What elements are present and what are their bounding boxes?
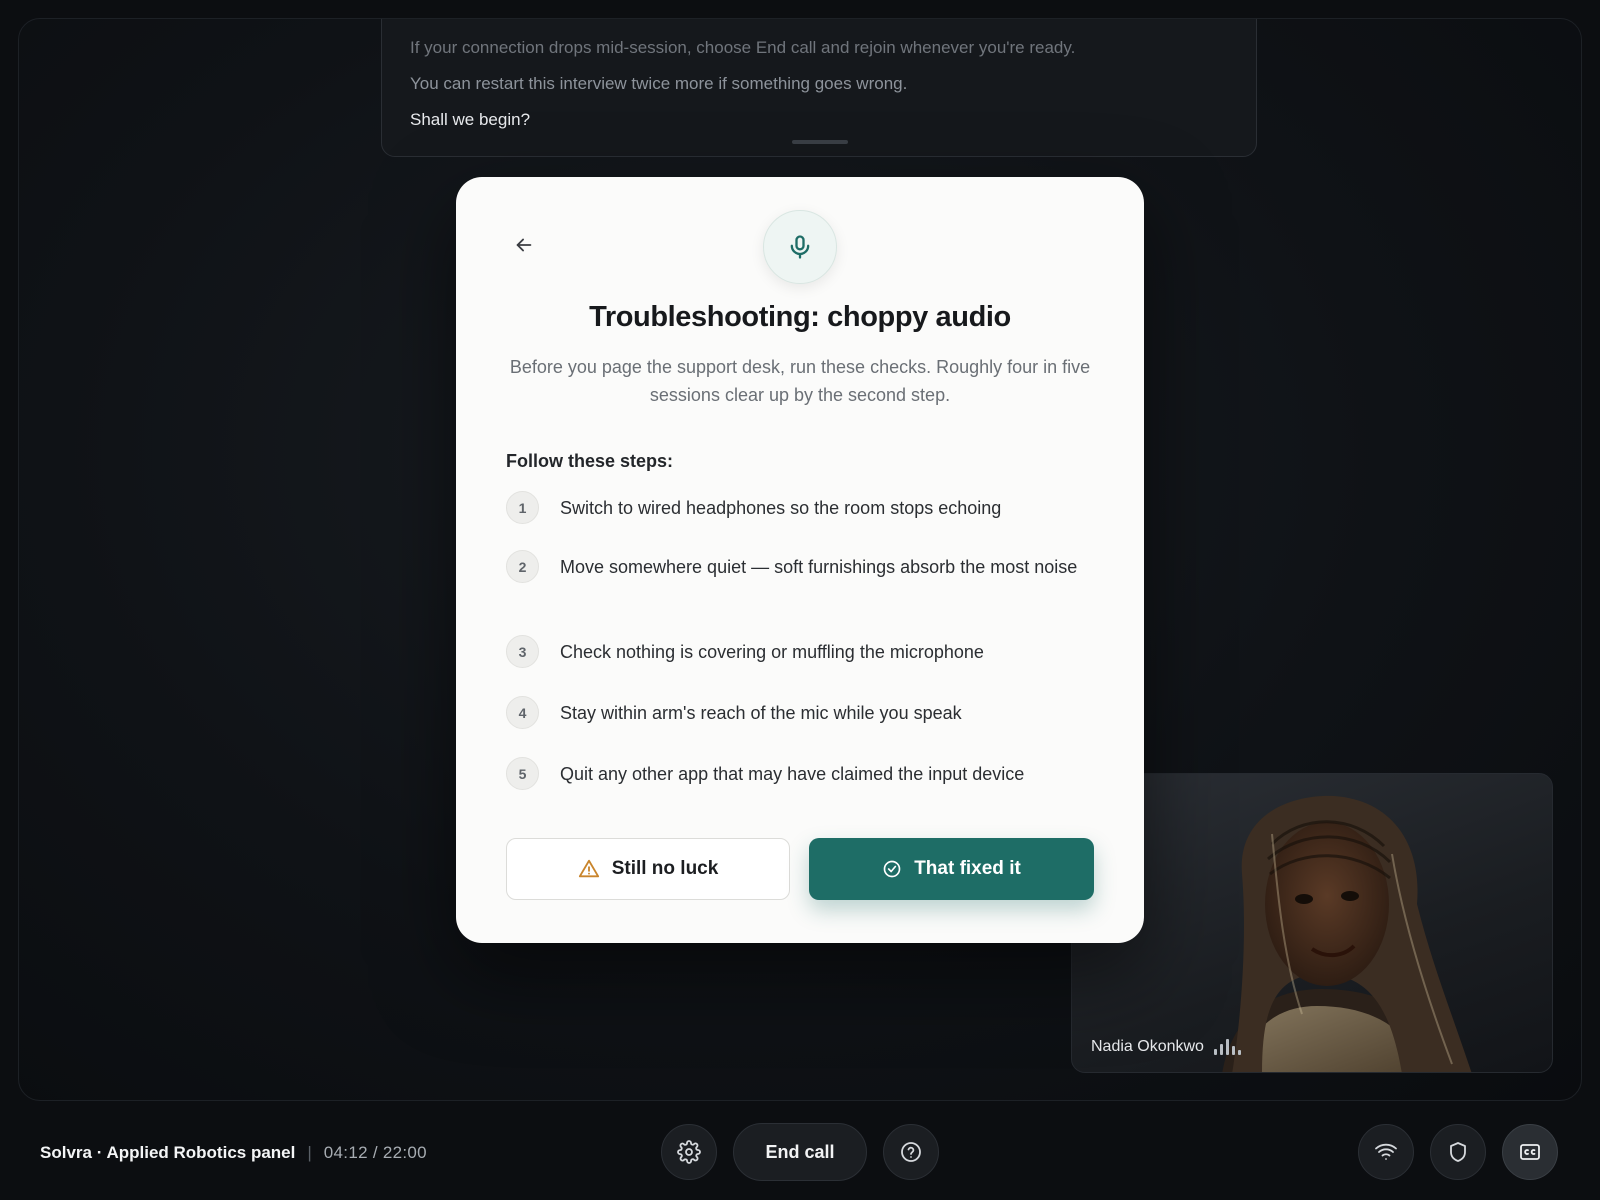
check-circle-icon — [883, 860, 901, 878]
arrow-left-icon — [516, 238, 532, 252]
session-separator: | — [307, 1143, 312, 1162]
session-info: Solvra · Applied Robotics panel | 04:12 … — [40, 1143, 427, 1163]
microphone-icon — [790, 235, 810, 259]
transcript-line: Shall we begin? — [410, 110, 531, 129]
transcript-line: You can restart this interview twice mor… — [410, 74, 908, 93]
gear-icon — [677, 1140, 701, 1164]
settings-button[interactable] — [661, 1124, 717, 1180]
step-item: 1 Switch to wired headphones so the room… — [506, 491, 1096, 524]
speaking-indicator-icon — [1213, 1039, 1241, 1055]
step-number: 4 — [506, 696, 539, 729]
participant-video-feed — [1222, 795, 1472, 1072]
header-icon-badge — [763, 210, 837, 284]
warning-icon — [578, 859, 599, 878]
back-button[interactable] — [510, 231, 538, 259]
help-button[interactable] — [883, 1124, 939, 1180]
participant-name-tag: Nadia Okonkwo — [1091, 1038, 1241, 1056]
transcript-panel[interactable]: If your connection drops mid-session, ch… — [381, 19, 1257, 157]
captions-icon — [1520, 1144, 1540, 1160]
step-text: Check nothing is covering or muffling th… — [560, 641, 984, 662]
privacy-button[interactable] — [1430, 1124, 1486, 1180]
connection-button[interactable] — [1358, 1124, 1414, 1180]
session-title: Solvra · Applied Robotics panel — [40, 1143, 296, 1162]
shield-icon — [1450, 1142, 1466, 1162]
help-icon — [901, 1142, 921, 1162]
steps-heading: Follow these steps: — [506, 451, 674, 471]
call-controls-bar: Solvra · Applied Robotics panel | 04:12 … — [0, 1101, 1600, 1200]
still-no-luck-label: Still no luck — [611, 858, 719, 879]
step-text: Stay within arm's reach of the mic while… — [560, 702, 962, 723]
step-text: Move somewhere quiet — soft furnishings … — [560, 556, 1078, 577]
step-text: Quit any other app that may have claimed… — [560, 763, 1025, 784]
drag-handle[interactable] — [792, 140, 848, 144]
step-item: 4 Stay within arm's reach of the mic whi… — [506, 696, 1096, 729]
end-call-button[interactable]: End call — [733, 1123, 867, 1181]
session-timer: 04:12 / 22:00 — [323, 1143, 427, 1162]
transcript-line: If your connection drops mid-session, ch… — [410, 38, 1076, 57]
step-number: 3 — [506, 635, 539, 668]
step-number: 5 — [506, 757, 539, 790]
troubleshooting-dialog: Troubleshooting: choppy audio Before you… — [456, 177, 1144, 943]
dialog-subtitle: Before you page the support desk, run th… — [509, 357, 1091, 405]
step-text: Switch to wired headphones so the room s… — [560, 497, 1002, 518]
still-no-luck-button[interactable]: Still no luck — [506, 838, 790, 900]
step-item: 2 Move somewhere quiet — soft furnishing… — [506, 550, 1096, 583]
captions-button[interactable] — [1502, 1124, 1558, 1180]
that-fixed-it-label: That fixed it — [914, 858, 1021, 879]
wifi-icon — [1375, 1143, 1397, 1160]
that-fixed-it-button[interactable]: That fixed it — [809, 838, 1094, 900]
step-number: 2 — [506, 550, 539, 583]
step-item: 3 Check nothing is covering or muffling … — [506, 635, 1096, 668]
participant-name: Nadia Okonkwo — [1091, 1038, 1204, 1055]
dialog-title: Troubleshooting: choppy audio — [589, 301, 1011, 333]
step-item: 5 Quit any other app that may have claim… — [506, 757, 1096, 790]
step-number: 1 — [506, 491, 539, 524]
